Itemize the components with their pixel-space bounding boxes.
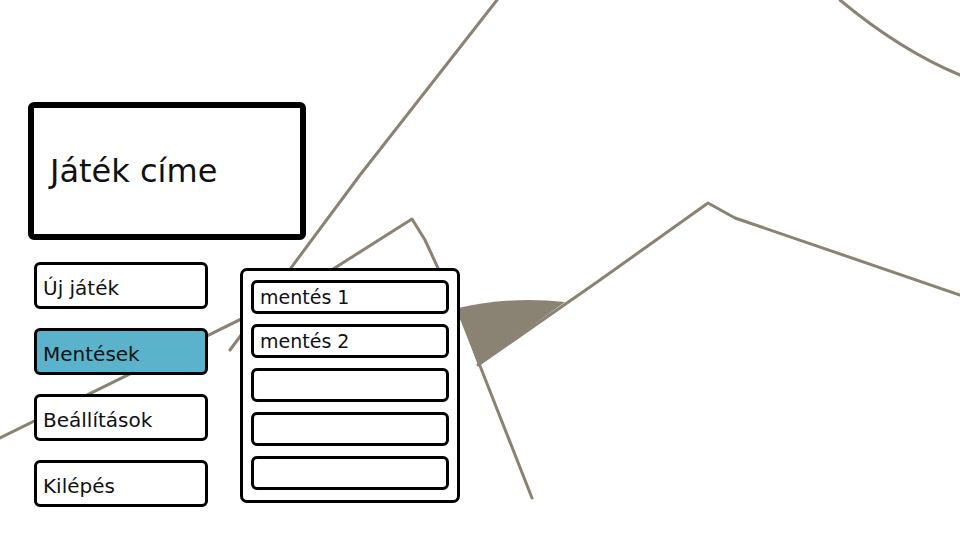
save-slot[interactable] — [251, 456, 449, 490]
menu-button[interactable]: Kilépés — [34, 460, 208, 507]
game-title: Játék címe — [28, 102, 306, 240]
saves-panel: mentés 1 mentés 2 — [240, 268, 460, 503]
save-slot[interactable]: mentés 2 — [251, 324, 449, 358]
menu-button[interactable]: Új játék — [34, 262, 208, 309]
main-menu-screen: Játék címe Új játék Mentések Beállítások Kil… — [0, 0, 960, 540]
menu-button[interactable]: Mentések — [34, 328, 208, 375]
save-slot[interactable] — [251, 368, 449, 402]
menu-button[interactable]: Beállítások — [34, 394, 208, 441]
save-slot[interactable] — [251, 412, 449, 446]
main-menu: Új játék Mentések Beállítások Kilépés — [28, 262, 208, 507]
save-slot[interactable]: mentés 1 — [251, 280, 449, 314]
